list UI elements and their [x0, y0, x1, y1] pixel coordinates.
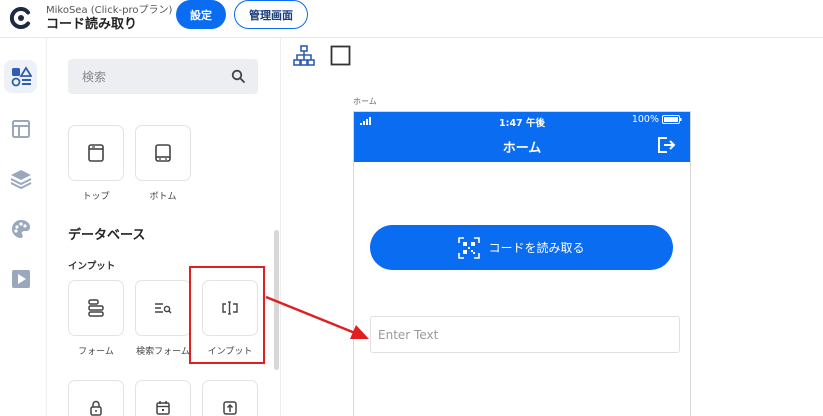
battery-icon — [662, 115, 682, 124]
screen-name-label: ホーム — [353, 97, 377, 106]
logout-icon[interactable] — [656, 135, 676, 155]
highlight-box — [189, 266, 265, 364]
section-title-input: インプット — [68, 261, 116, 272]
tile-label-bottom: ボトム — [149, 192, 177, 202]
form-icon — [88, 299, 104, 317]
section-title-database: データベース — [68, 228, 146, 243]
app-title: コード読み取り — [46, 17, 138, 32]
components-icon — [11, 65, 32, 86]
enter-text-input[interactable] — [370, 316, 680, 353]
component-tile-bottom[interactable] — [135, 125, 191, 181]
rail-item-layers[interactable] — [4, 162, 37, 195]
read-code-button[interactable]: コードを読み取る — [370, 225, 673, 270]
component-tile-top[interactable] — [68, 125, 124, 181]
search-box — [68, 59, 258, 94]
phone-nav-title: ホーム — [502, 141, 542, 156]
footer-bar-icon — [155, 144, 171, 162]
qr-scan-icon — [458, 236, 481, 259]
admin-panel-button[interactable]: 管理画面 — [234, 0, 308, 29]
settings-button[interactable]: 設定 — [176, 0, 226, 29]
mikosea-logo-icon[interactable] — [9, 6, 33, 30]
sitemap-icon[interactable] — [293, 45, 315, 67]
design-canvas: ホーム 1:47 午後 100% ホーム コードを読み取る Enter Text — [281, 38, 823, 416]
rail-item-theme[interactable] — [4, 212, 37, 245]
lock-icon — [90, 400, 102, 416]
frame-icon[interactable] — [330, 45, 351, 66]
rail-item-components[interactable] — [4, 60, 37, 93]
layers-icon — [10, 169, 31, 189]
phone-nav-bar: ホーム — [354, 129, 690, 162]
preview-icon — [11, 269, 30, 288]
rail-item-layout[interactable] — [4, 112, 37, 145]
header-bar-icon — [88, 144, 104, 162]
sidebar-rail — [0, 38, 47, 416]
battery-status: 100% — [632, 114, 682, 125]
component-tile-password[interactable] — [68, 380, 124, 416]
battery-percent: 100% — [631, 114, 659, 125]
app-window: MikoSea (Click-proプラン) コード読み取り 設定 管理画面 検… — [0, 0, 823, 416]
component-tile-form[interactable] — [68, 280, 124, 336]
panel-scrollbar[interactable] — [274, 230, 279, 370]
upload-icon — [223, 401, 237, 415]
component-tile-search-form[interactable] — [135, 280, 191, 336]
component-tile-upload[interactable] — [202, 380, 258, 416]
read-code-button-label: コードを読み取る — [488, 241, 585, 255]
phone-status-bar: 1:47 午後 100% — [354, 112, 690, 129]
search-icon[interactable] — [231, 69, 245, 83]
rail-item-preview[interactable] — [4, 262, 37, 295]
calendar-icon — [156, 401, 170, 415]
app-header: MikoSea (Click-proプラン) コード読み取り 設定 管理画面 — [0, 0, 823, 38]
component-tile-date[interactable] — [135, 380, 191, 416]
phone-preview[interactable]: 1:47 午後 100% ホーム コードを読み取る Enter Text — [353, 111, 691, 416]
component-panel: トップ ボトム データベース インプット フォーム — [47, 38, 281, 416]
layout-icon — [11, 119, 30, 138]
search-form-icon — [155, 303, 172, 314]
palette-icon — [11, 219, 30, 238]
search-input[interactable] — [68, 59, 228, 94]
